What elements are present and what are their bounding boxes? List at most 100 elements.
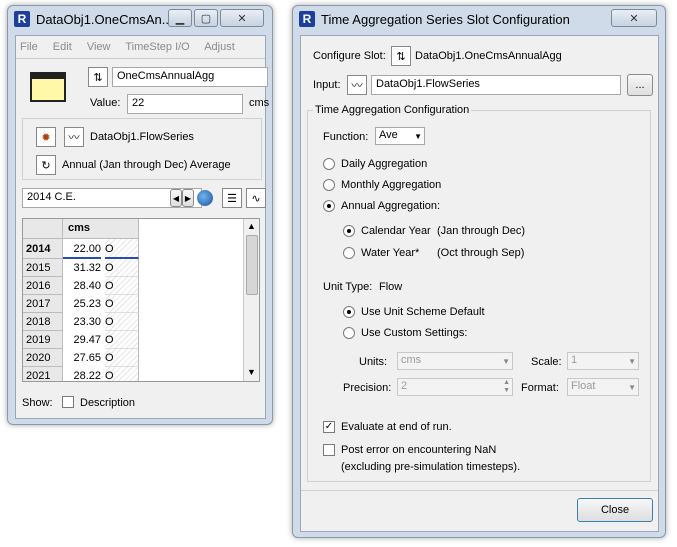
value-unit: cms (249, 97, 270, 109)
chevron-down-icon: ▼ (628, 357, 636, 366)
maximize-button[interactable]: ▢ (194, 9, 218, 27)
unit-custom-radio[interactable] (343, 327, 355, 339)
precision-spinbox[interactable]: 2 ▲ ▼ (397, 378, 513, 396)
table-row[interactable]: 2014 22.00 O (23, 239, 139, 259)
function-select[interactable]: Ave ▼ (375, 127, 425, 145)
close-dialog-titlebar-button[interactable]: ✕ (611, 9, 657, 27)
scroll-up-arrow-icon[interactable]: ▲ (247, 221, 256, 231)
menu-file[interactable]: File (20, 41, 38, 53)
menu-timestep-io[interactable]: TimeStep I/O (125, 41, 189, 53)
row-flag: O (105, 259, 139, 277)
water-year-label: Water Year* (361, 247, 420, 259)
list-view-icon[interactable]: ☰ (222, 188, 242, 208)
right-titlebar[interactable]: R Time Aggregation Series Slot Configura… (293, 6, 665, 32)
chevron-down-icon: ▼ (414, 132, 422, 141)
unit-default-radio[interactable] (343, 306, 355, 318)
column-header-cms: cms (63, 219, 139, 239)
format-select[interactable]: Float ▼ (567, 378, 639, 396)
row-flag: O (105, 331, 139, 349)
row-value[interactable]: 29.47 (63, 331, 101, 349)
scale-value: 1 (571, 354, 578, 366)
left-titlebar[interactable]: R DataObj1.OneCmsAn... ▁ ▢ ✕ (8, 6, 272, 32)
row-value[interactable]: 25.23 (63, 295, 101, 313)
table-row[interactable]: 2016 28.40 O (23, 277, 139, 295)
date-next-button[interactable]: ▶ (182, 189, 194, 207)
monthly-radio[interactable] (323, 179, 335, 191)
input-field[interactable]: DataObj1.FlowSeries (371, 75, 621, 95)
config-dialog-window: R Time Aggregation Series Slot Configura… (292, 5, 666, 538)
value-field[interactable]: 22 (127, 94, 243, 114)
right-client: Configure Slot: ⇅ DataObj1.OneCmsAnnualA… (300, 35, 659, 532)
row-value[interactable]: 22.00 (63, 239, 101, 259)
scale-select[interactable]: 1 ▼ (567, 352, 639, 370)
unit-type-value: Flow (379, 281, 403, 293)
show-label: Show: (22, 397, 53, 409)
table-row[interactable]: 2021 28.22 O (23, 367, 139, 381)
row-value[interactable]: 28.40 (63, 277, 101, 295)
row-value[interactable]: 23.30 (63, 313, 101, 331)
row-value[interactable]: 28.22 (63, 367, 101, 381)
unit-custom-label: Use Custom Settings: (361, 327, 468, 339)
post-error-checkbox[interactable] (323, 444, 335, 456)
precision-label: Precision: (343, 382, 392, 394)
table-row[interactable]: 2017 25.23 O (23, 295, 139, 313)
row-value[interactable]: 27.65 (63, 349, 101, 367)
plot-view-icon[interactable]: ∿ (246, 188, 266, 208)
precision-value: 2 (401, 380, 408, 392)
table-row[interactable]: 2015 31.32 O (23, 259, 139, 277)
date-text: 2014 C.E. (27, 191, 76, 203)
scroll-thumb[interactable] (246, 235, 258, 295)
evaluate-label: Evaluate at end of run. (341, 421, 452, 433)
series-slot-icon: 〰 (64, 127, 84, 147)
water-year-radio[interactable] (343, 247, 355, 259)
minimize-button[interactable]: ▁ (168, 9, 192, 27)
row-year: 2017 (23, 295, 63, 313)
date-prev-button[interactable]: ◀ (170, 189, 182, 207)
browse-button[interactable]: ... (627, 74, 653, 96)
description-label: Description (80, 397, 136, 409)
slot-name-field[interactable]: OneCmsAnnualAgg (112, 67, 268, 87)
value-label: Value: (90, 97, 121, 109)
agg-slot-icon: ⇅ (88, 67, 108, 87)
row-year: 2019 (23, 331, 63, 349)
series-slot-icon: 〰 (347, 75, 367, 95)
menu-view[interactable]: View (87, 41, 111, 53)
description-checkbox[interactable] (62, 396, 74, 408)
table-row[interactable]: 2020 27.65 O (23, 349, 139, 367)
table-row[interactable]: 2019 29.47 O (23, 331, 139, 349)
row-flag: O (105, 349, 139, 367)
chevron-down-icon: ▼ (628, 383, 636, 392)
row-year: 2021 (23, 367, 63, 381)
gear-icon[interactable]: ✹ (36, 127, 56, 147)
format-value: Float (571, 380, 596, 392)
left-client: File Edit View TimeStep I/O Adjust ⇅ One… (15, 35, 270, 419)
daily-radio[interactable] (323, 158, 335, 170)
spin-arrows-icon[interactable]: ▲ ▼ (503, 379, 510, 395)
configure-slot-value: DataObj1.OneCmsAnnualAgg (415, 50, 562, 62)
post-error-label: Post error on encountering NaN (341, 444, 497, 456)
menu-edit[interactable]: Edit (53, 41, 72, 53)
close-button[interactable]: Close (577, 498, 653, 522)
globe-icon[interactable] (197, 190, 213, 206)
function-label: Function: (323, 131, 369, 143)
function-value: Ave (379, 129, 398, 141)
left-window-title: DataObj1.OneCmsAn... (36, 11, 173, 27)
annual-radio[interactable] (323, 200, 335, 212)
configure-slot-label: Configure Slot: (313, 50, 386, 62)
row-value[interactable]: 31.32 (63, 259, 101, 277)
scroll-down-arrow-icon[interactable]: ▼ (247, 367, 256, 377)
calendar-year-radio[interactable] (343, 225, 355, 237)
row-year: 2016 (23, 277, 63, 295)
evaluate-checkbox[interactable]: ✓ (323, 421, 335, 433)
row-flag: O (105, 295, 139, 313)
table-row[interactable]: 2018 23.30 O (23, 313, 139, 331)
riverware-logo-icon: R (299, 11, 315, 27)
refresh-icon[interactable]: ↻ (36, 155, 56, 175)
monthly-label: Monthly Aggregation (341, 179, 442, 191)
row-year: 2015 (23, 259, 63, 277)
row-year: 2020 (23, 349, 63, 367)
vertical-scrollbar[interactable]: ▲ ▼ (243, 219, 259, 381)
units-select[interactable]: cms ▼ (397, 352, 513, 370)
menu-adjust[interactable]: Adjust (204, 41, 235, 53)
close-window-button[interactable]: ✕ (220, 9, 264, 27)
